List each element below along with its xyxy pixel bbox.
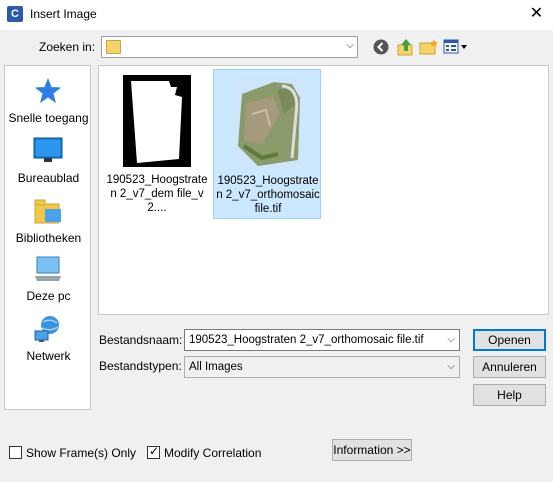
file-name: 190523_Hoogstraten 2_v7_dem file_v2....	[106, 174, 208, 214]
new-folder-icon[interactable]	[419, 38, 439, 56]
sidebar-item-desktop[interactable]: Bureaublad	[5, 136, 92, 194]
network-icon	[33, 314, 63, 344]
file-name: 190523_Hoogstraten 2_v7_orthomosaic file…	[216, 175, 320, 215]
filetype-select[interactable]: All Images ⌵	[184, 356, 460, 378]
modify-correlation-checkbox[interactable]: ✓	[147, 444, 160, 459]
file-list: 190523_Hoogstraten 2_v7_dem file_v2.... …	[98, 65, 549, 315]
places-sidebar: Snelle toegang Bureaublad Bibliotheken D…	[4, 65, 91, 410]
show-frames-label: Show Frame(s) Only	[26, 446, 137, 460]
sidebar-item-this-pc[interactable]: Deze pc	[5, 254, 92, 312]
modify-correlation-label: Modify Correlation	[164, 446, 262, 460]
help-button[interactable]: Help	[473, 384, 546, 406]
filename-input[interactable]: 190523_Hoogstraten 2_v7_orthomosaic file…	[184, 329, 460, 351]
window-title: Insert Image	[30, 7, 97, 21]
filename-label: Bestandsnaam:	[99, 333, 183, 347]
open-button[interactable]: Openen	[473, 329, 546, 351]
star-icon	[33, 76, 63, 106]
sidebar-item-network[interactable]: Netwerk	[5, 314, 92, 372]
file-item-dem[interactable]: 190523_Hoogstraten 2_v7_dem file_v2....	[103, 69, 211, 219]
insert-image-dialog: C Insert Image ✕ Zoeken in: ⌵ Snelle toe…	[0, 0, 553, 482]
folder-icon	[106, 40, 121, 54]
chevron-down-icon: ⌵	[447, 361, 455, 372]
title-bar: C Insert Image ✕	[0, 0, 553, 30]
app-icon: C	[7, 6, 23, 22]
library-icon	[33, 196, 63, 226]
show-frames-checkbox[interactable]	[9, 446, 22, 459]
sidebar-item-label: Bureaublad	[17, 171, 80, 185]
information-button[interactable]: Information >>	[332, 439, 412, 461]
filetype-label: Bestandstypen:	[99, 359, 182, 373]
view-menu-icon[interactable]	[443, 38, 469, 56]
filetype-value: All Images	[189, 361, 243, 373]
file-item-orthomosaic[interactable]: 190523_Hoogstraten 2_v7_orthomosaic file…	[213, 69, 321, 219]
image-thumbnail	[222, 74, 314, 170]
filename-value: 190523_Hoogstraten 2_v7_orthomosaic file…	[189, 334, 424, 346]
image-thumbnail	[111, 73, 203, 169]
checkmark-icon: ✓	[149, 444, 160, 458]
chevron-down-icon[interactable]: ⌵	[447, 330, 455, 350]
chevron-down-icon: ⌵	[346, 40, 354, 51]
sidebar-item-label: Deze pc	[26, 289, 71, 303]
sidebar-item-quick-access[interactable]: Snelle toegang	[5, 76, 92, 134]
desktop-icon	[33, 136, 63, 166]
lookin-combo[interactable]: ⌵	[101, 36, 358, 58]
cancel-button[interactable]: Annuleren	[473, 356, 546, 378]
sidebar-item-label: Snelle toegang	[8, 111, 89, 125]
sidebar-item-libraries[interactable]: Bibliotheken	[5, 196, 92, 254]
up-folder-icon[interactable]	[396, 38, 416, 56]
sidebar-item-label: Bibliotheken	[15, 231, 82, 245]
lookin-label: Zoeken in:	[39, 40, 96, 54]
computer-icon	[33, 254, 63, 284]
sidebar-item-label: Netwerk	[26, 349, 71, 363]
back-icon[interactable]	[372, 38, 392, 56]
close-button[interactable]: ✕	[520, 0, 553, 30]
